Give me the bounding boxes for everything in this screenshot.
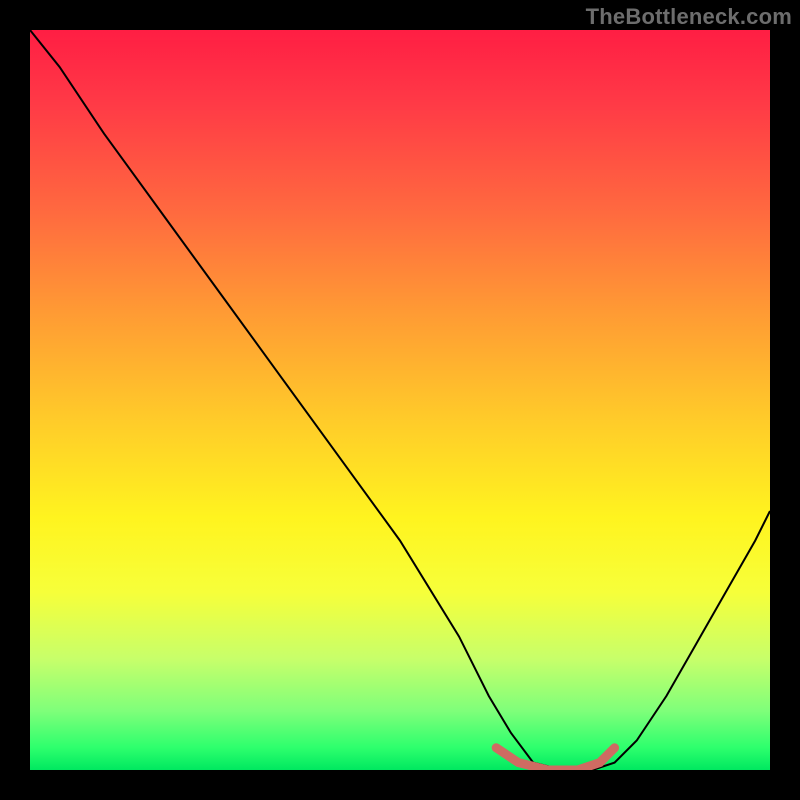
chart-svg xyxy=(30,30,770,770)
plot-area xyxy=(30,30,770,770)
chart-frame: TheBottleneck.com xyxy=(0,0,800,800)
watermark-text: TheBottleneck.com xyxy=(586,4,792,30)
bottleneck-curve xyxy=(30,30,770,770)
sweet-spot-band xyxy=(496,748,614,770)
